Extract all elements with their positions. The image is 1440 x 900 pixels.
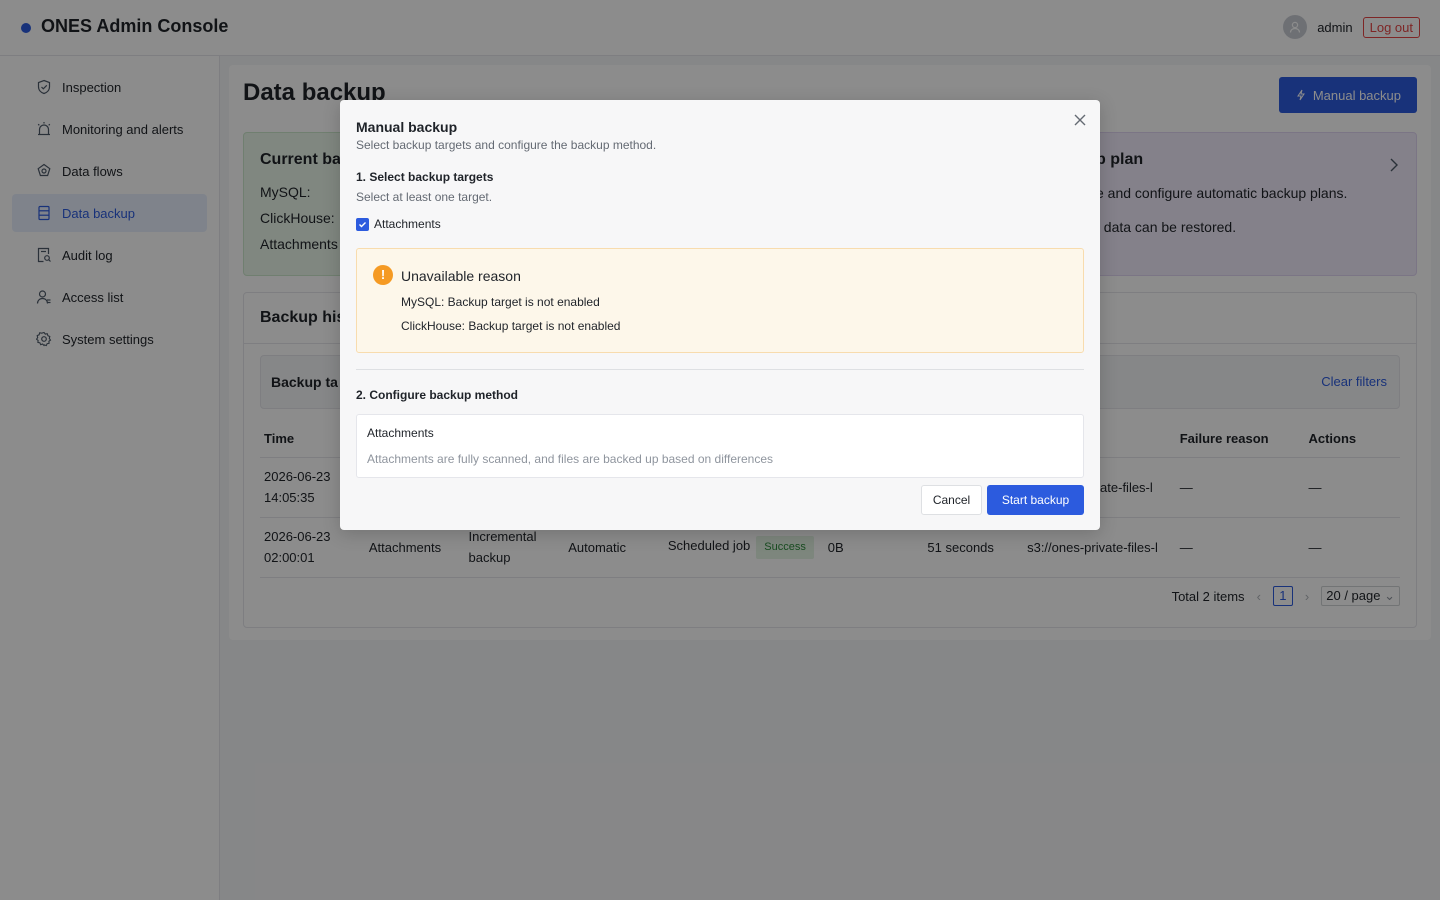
- attachments-checkbox[interactable]: Attachments: [356, 217, 441, 231]
- close-icon[interactable]: [1072, 112, 1088, 128]
- alert-line-mysql: MySQL: Backup target is not enabled: [401, 295, 600, 309]
- checkbox-label: Attachments: [374, 217, 441, 231]
- step1-title: 1. Select backup targets: [356, 170, 494, 184]
- step1-hint: Select at least one target.: [356, 190, 493, 204]
- step2-title: 2. Configure backup method: [356, 388, 519, 402]
- alert-line-clickhouse: ClickHouse: Backup target is not enabled: [401, 319, 621, 333]
- method-name: Attachments: [367, 426, 434, 440]
- divider: [356, 369, 1084, 370]
- cancel-button[interactable]: Cancel: [921, 485, 982, 515]
- backup-method-card: Attachments Attachments are fully scanne…: [356, 414, 1084, 478]
- start-backup-button[interactable]: Start backup: [987, 485, 1084, 515]
- warning-icon: !: [373, 265, 393, 285]
- method-description: Attachments are fully scanned, and files…: [367, 452, 774, 466]
- alert-title: Unavailable reason: [401, 268, 521, 284]
- unavailable-reason-alert: ! Unavailable reason MySQL: Backup targe…: [356, 248, 1084, 353]
- manual-backup-dialog: Manual backup Select backup targets and …: [340, 100, 1100, 530]
- dialog-title: Manual backup: [356, 119, 458, 135]
- checkbox-checked-icon[interactable]: [356, 217, 369, 231]
- dialog-subtitle: Select backup targets and configure the …: [356, 138, 657, 152]
